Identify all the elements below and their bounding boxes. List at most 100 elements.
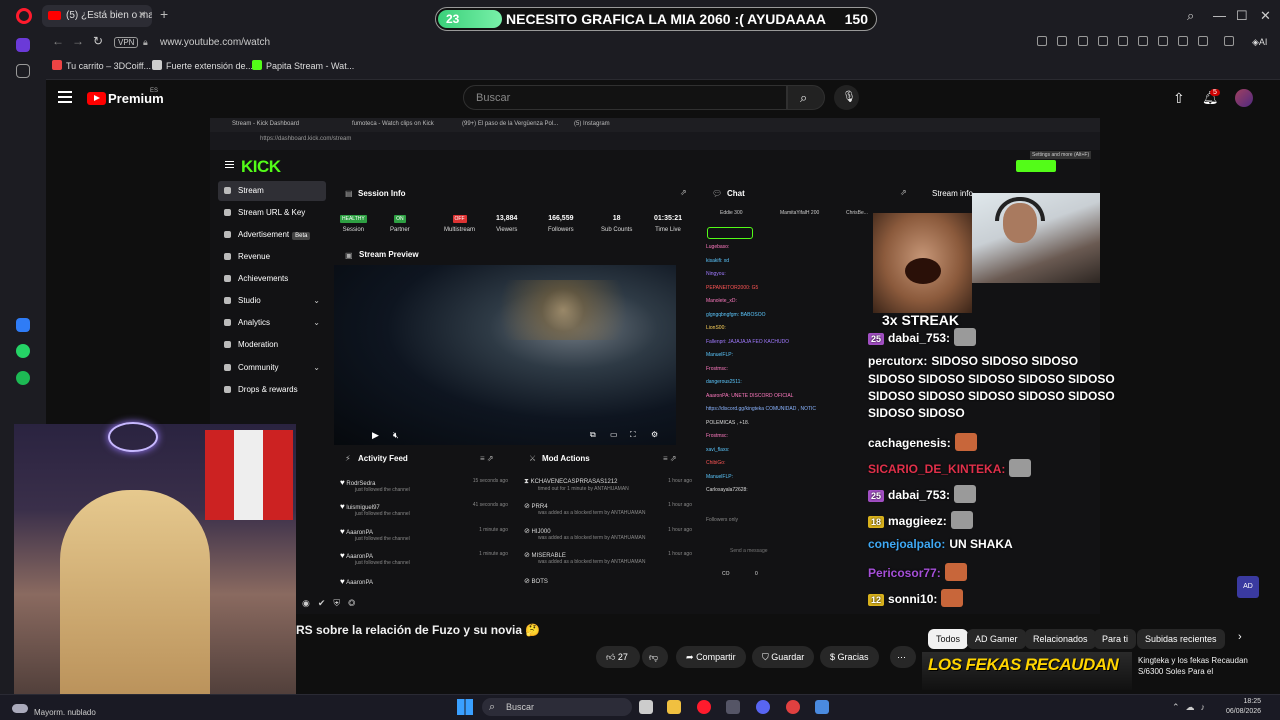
overlay-chat-message: 18 maggieez: bbox=[868, 511, 973, 529]
avatar[interactable] bbox=[1235, 89, 1253, 107]
taskbar-clock[interactable]: 18:25 06/08/2026 bbox=[1226, 697, 1261, 717]
trophy-icon bbox=[224, 275, 231, 282]
chevron-right-icon[interactable]: › bbox=[1238, 631, 1242, 643]
discord-taskbar-icon[interactable] bbox=[756, 700, 770, 714]
youtube-menu-icon[interactable] bbox=[58, 91, 72, 93]
vpn-badge[interactable]: VPN bbox=[114, 37, 139, 48]
maximize-icon[interactable]: ☐ bbox=[1236, 8, 1248, 24]
lock-icon: 🔒︎ bbox=[143, 37, 148, 47]
banner-count: 150 bbox=[844, 11, 868, 27]
youtube-favicon-icon bbox=[48, 11, 61, 20]
weather-text[interactable]: Mayorm. nublado bbox=[34, 708, 96, 717]
new-tab-icon[interactable]: + bbox=[160, 6, 168, 22]
search-button[interactable]: ⌕ bbox=[787, 85, 825, 110]
kick-chat-message: Lugebaso: bbox=[706, 244, 730, 250]
file-explorer-icon[interactable] bbox=[667, 700, 681, 714]
close-tab-icon[interactable]: ✕ bbox=[138, 5, 146, 27]
youtube-search-input[interactable]: Buscar bbox=[463, 85, 787, 110]
heart-icon[interactable] bbox=[1138, 36, 1148, 46]
url-field[interactable]: www.youtube.com/watch bbox=[160, 37, 270, 48]
captured-tab: fumoteca - Watch clips on Kick bbox=[352, 121, 434, 127]
task-view-icon[interactable] bbox=[639, 700, 653, 714]
overlay-chat-user: dabai_753: bbox=[888, 331, 951, 345]
region-code: ES bbox=[150, 88, 159, 94]
kick-chat-message: Ningyou: bbox=[706, 271, 726, 277]
player-icon[interactable] bbox=[1118, 36, 1128, 46]
forward-icon[interactable]: → bbox=[72, 34, 84, 48]
youtube-logo-icon[interactable] bbox=[87, 92, 106, 105]
chat-points: CO bbox=[722, 571, 730, 577]
extension-icon[interactable] bbox=[1078, 36, 1088, 46]
minimize-icon[interactable]: — bbox=[1213, 8, 1226, 23]
stat-followers: 166,559 Followers bbox=[548, 215, 574, 233]
chip-todos[interactable]: Todos bbox=[928, 629, 969, 649]
save-button[interactable]: ⛉ Guardar bbox=[752, 646, 815, 668]
ai-icon[interactable]: ◈AI bbox=[1252, 37, 1267, 48]
like-button[interactable]: 👍︎ 27 bbox=[596, 646, 640, 668]
app-taskbar-icon[interactable] bbox=[815, 700, 829, 714]
overlay-chat-message: conejoalpalo: UN SHAKA bbox=[868, 537, 1013, 551]
settings-tooltip: Settings and more (Alt+F) bbox=[1030, 151, 1092, 159]
captured-address-bar: https://dashboard.kick.com/stream bbox=[210, 132, 1100, 150]
kick-nav-drops: Drops & rewards bbox=[218, 380, 326, 400]
app-taskbar-icon[interactable] bbox=[726, 700, 740, 714]
voice-search-button[interactable]: 🎙︎ bbox=[834, 85, 859, 110]
star-icon[interactable] bbox=[16, 64, 30, 78]
chat-emote-icon bbox=[950, 511, 973, 529]
reload-icon[interactable]: ↻ bbox=[93, 34, 103, 48]
messenger-icon[interactable] bbox=[16, 318, 30, 332]
bookmark-item[interactable]: Fuerte extensión de... bbox=[152, 60, 253, 71]
activity-time: 1 minute ago bbox=[479, 527, 508, 533]
chat-icon: 💬︎ bbox=[712, 189, 723, 198]
mod-icon: ⚔︎ bbox=[529, 454, 537, 463]
microphone-icon: 🎙︎ bbox=[842, 91, 856, 103]
chevron-down-icon: ⌄ bbox=[313, 363, 320, 372]
windows-start-icon[interactable] bbox=[457, 699, 473, 715]
stat-partner: ON Partner bbox=[390, 215, 410, 233]
chip-subidas-recientes[interactable]: Subidas recientes bbox=[1137, 629, 1225, 649]
activity-action: just followed the channel bbox=[355, 560, 410, 566]
chip-para-ti[interactable]: Para ti bbox=[1094, 629, 1137, 649]
system-tray-icons[interactable]: ⌃☁︎♪ bbox=[1172, 702, 1211, 713]
chat-emote-icon bbox=[941, 589, 964, 607]
upload-icon[interactable]: ⇧ bbox=[1173, 90, 1185, 107]
share-button[interactable]: ➦ Compartir bbox=[676, 646, 746, 668]
overlay-chat-message: SIDOSO SIDOSO bbox=[868, 406, 965, 420]
related-video-title[interactable]: Kingteka y los fekas Recaudan S/6300 Sol… bbox=[1138, 655, 1274, 677]
opera-logo[interactable] bbox=[16, 8, 32, 24]
spotify-icon[interactable] bbox=[16, 371, 30, 385]
download-icon[interactable] bbox=[1158, 36, 1168, 46]
close-window-icon[interactable]: ✕ bbox=[1260, 8, 1271, 24]
chip-ad-gamer[interactable]: AD Gamer bbox=[967, 629, 1026, 649]
back-icon[interactable]: ← bbox=[52, 34, 64, 48]
chip-relacionados[interactable]: Relacionados bbox=[1025, 629, 1096, 649]
dislike-button[interactable]: 👎︎ bbox=[642, 646, 668, 668]
profile-icon[interactable] bbox=[1198, 36, 1208, 46]
bookmark-item[interactable]: Tu carrito – 3DCoiff... bbox=[52, 60, 151, 71]
chat-emote-icon bbox=[944, 563, 967, 581]
taskbar-search[interactable]: ⌕ Buscar bbox=[482, 698, 632, 716]
opera-taskbar-icon[interactable] bbox=[697, 700, 711, 714]
mod-time: 1 hour ago bbox=[668, 478, 692, 484]
workspace-icon[interactable] bbox=[16, 38, 30, 52]
obs-taskbar-icon[interactable] bbox=[786, 700, 800, 714]
thanks-button[interactable]: $ Gracias bbox=[820, 646, 879, 668]
shield-icon[interactable] bbox=[1098, 36, 1108, 46]
overlay-chat-user: sonni10: bbox=[888, 592, 938, 606]
kick-nav-label: Analytics bbox=[238, 318, 271, 327]
kick-logo: KICK bbox=[241, 157, 281, 176]
easy-setup-icon[interactable] bbox=[1224, 36, 1234, 46]
kick-nav-advertisement: Advertisement Beta bbox=[218, 225, 326, 245]
search-icon[interactable]: ⌕ bbox=[1187, 8, 1194, 24]
menu-icon[interactable] bbox=[1178, 36, 1188, 46]
search-page-icon[interactable] bbox=[1037, 36, 1047, 46]
browser-tab[interactable]: (5) ¿Está bien o mal? bbox=[42, 5, 152, 27]
chat-emote-icon bbox=[1009, 459, 1032, 477]
activity-time: 41 seconds ago bbox=[472, 502, 508, 508]
more-actions-button[interactable]: ⋯ bbox=[890, 646, 916, 668]
snapshot-icon[interactable] bbox=[1057, 36, 1067, 46]
kick-nav-label: Drops & rewards bbox=[238, 385, 298, 394]
bookmark-item[interactable]: Papita Stream - Wat... bbox=[252, 60, 354, 71]
whatsapp-icon[interactable] bbox=[16, 344, 30, 358]
shield-icon bbox=[224, 341, 231, 348]
